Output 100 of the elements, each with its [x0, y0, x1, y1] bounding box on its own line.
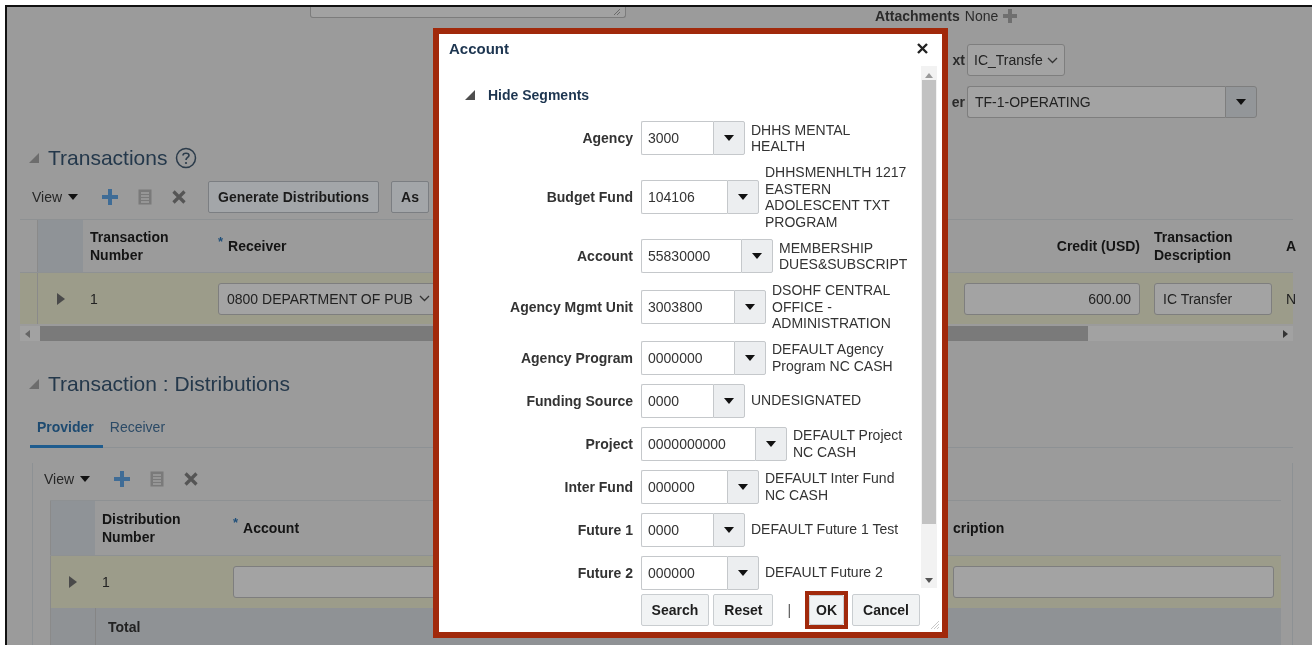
field-label: Funding Source [525, 392, 633, 409]
input-field[interactable]: 0000 [641, 512, 713, 547]
dropdown-button[interactable] [727, 469, 759, 504]
field-label: Account [576, 248, 633, 264]
field-label: Future 2 [576, 564, 633, 581]
triangle-icon[interactable] [464, 89, 476, 101]
column-header: Receiver [228, 237, 287, 255]
field-label: Agency [581, 130, 633, 146]
input-field[interactable]: 0000000 [641, 340, 734, 375]
dropdown-button[interactable] [1225, 86, 1257, 118]
dialog-title: Account [449, 40, 509, 57]
required-mark: * [233, 515, 239, 530]
column-header: Credit (USD) [1056, 237, 1140, 255]
plus-icon[interactable] [114, 471, 131, 487]
section-title: Transaction : Distributions [48, 372, 290, 396]
column-header: Distribution Number [102, 510, 182, 546]
table-cell: 1 [90, 290, 98, 307]
caret-icon [68, 194, 79, 200]
column-header: Transaction Number [90, 228, 170, 264]
field-label: Inter Fund [563, 478, 633, 495]
caret-icon [738, 483, 748, 490]
close-icon[interactable] [917, 43, 928, 54]
input-field[interactable]: IC Transfer [1154, 282, 1272, 315]
attachments-value: None [964, 8, 999, 24]
field-label: Future 1 [576, 521, 633, 538]
scrollbar-thumb[interactable] [922, 80, 936, 524]
caret-icon [745, 354, 755, 361]
field-description: DHHSMENHLTH 1217 EASTERN ADOLESCENT TXT PROGRAM [765, 164, 908, 230]
dropdown-button[interactable] [727, 555, 759, 590]
view-menu[interactable]: View [32, 189, 79, 205]
view-menu[interactable]: View [44, 471, 91, 487]
column-header: Account [243, 519, 300, 537]
input-field[interactable]: 3003800 [641, 289, 734, 324]
help-icon[interactable] [175, 147, 198, 169]
input-field[interactable]: 3000 [641, 121, 713, 155]
section-title: Transactions [48, 146, 168, 170]
dialog-button[interactable]: Cancel [852, 594, 920, 626]
dialog-button[interactable]: OK [809, 595, 845, 625]
delete-icon[interactable] [184, 472, 199, 486]
dropdown-button[interactable] [713, 383, 745, 418]
field-label: Agency Program [519, 349, 633, 366]
chevron-icon [1046, 56, 1058, 64]
field-label: Project [584, 435, 633, 452]
input-field[interactable]: 000000 [641, 469, 727, 504]
caret-icon [724, 135, 734, 141]
plus-icon[interactable] [102, 189, 119, 205]
toolbar-button[interactable]: As [391, 181, 429, 213]
input-field[interactable]: TF-1-OPERATING [967, 86, 1225, 118]
column-header: cription [953, 519, 1005, 537]
field-description: DEFAULT Agency Program NC CASH [772, 341, 894, 374]
caret-icon [766, 440, 776, 447]
caret-icon [738, 569, 748, 576]
row-expand-icon[interactable] [56, 292, 65, 305]
input-field[interactable]: 0000 [641, 383, 713, 418]
plus-icon[interactable] [1003, 9, 1018, 23]
field-description: UNDESIGNATED [751, 392, 863, 409]
row-expand-icon[interactable] [69, 576, 77, 588]
vertical-scrollbar[interactable] [921, 66, 937, 588]
input-field[interactable]: 000000 [641, 555, 727, 590]
select-field[interactable]: IC_Transfe [967, 44, 1065, 76]
required-mark: * [218, 234, 224, 249]
caret-icon [752, 253, 762, 259]
caret-icon [745, 303, 755, 310]
scroll-up-icon [925, 73, 933, 78]
table-cell: 1 [102, 574, 110, 590]
dialog-button[interactable]: Search [640, 594, 710, 626]
scroll-down-icon [925, 578, 933, 583]
field-description: DEFAULT Project NC CASH [793, 427, 904, 460]
dropdown-button[interactable] [734, 289, 766, 324]
dropdown-button[interactable] [727, 180, 759, 214]
toolbar-button[interactable]: Generate Distributions [208, 181, 379, 213]
input-field[interactable] [953, 566, 1274, 598]
resize-grip-icon[interactable] [930, 620, 939, 629]
input-field[interactable]: 0000000000 [641, 426, 755, 461]
field-description: DEFAULT Future 2 [765, 564, 884, 581]
dropdown-button[interactable] [741, 239, 773, 273]
resize-grip-icon [613, 9, 621, 15]
field-label: xt [951, 52, 965, 68]
scroll-right-icon [1283, 329, 1288, 338]
total-label: Total [108, 619, 141, 635]
toggle-link[interactable]: Hide Segments [488, 87, 590, 103]
dropdown-button[interactable] [734, 340, 766, 375]
field-label: er [950, 94, 965, 110]
chevron-icon [418, 295, 430, 302]
column-header: Transaction Description [1154, 228, 1234, 264]
caret-icon [80, 476, 91, 482]
caret-icon [724, 526, 734, 533]
caret-icon [1236, 99, 1246, 105]
delete-icon[interactable] [172, 190, 187, 204]
field-label: Budget Fund [545, 189, 633, 205]
field-description: MEMBERSHIP DUES&SUBSCRIPT [779, 239, 909, 273]
dialog-button[interactable]: Reset [713, 594, 774, 626]
dropdown-button[interactable] [755, 426, 787, 461]
input-field[interactable]: 104106 [641, 180, 727, 214]
input-field[interactable]: 600.00 [964, 282, 1140, 315]
scroll-left-icon [25, 329, 30, 338]
input-field[interactable]: 55830000 [641, 239, 741, 273]
field-description: DHHS MENTAL HEALTH [751, 121, 851, 155]
dropdown-button[interactable] [713, 512, 745, 547]
dropdown-button[interactable] [713, 121, 745, 155]
